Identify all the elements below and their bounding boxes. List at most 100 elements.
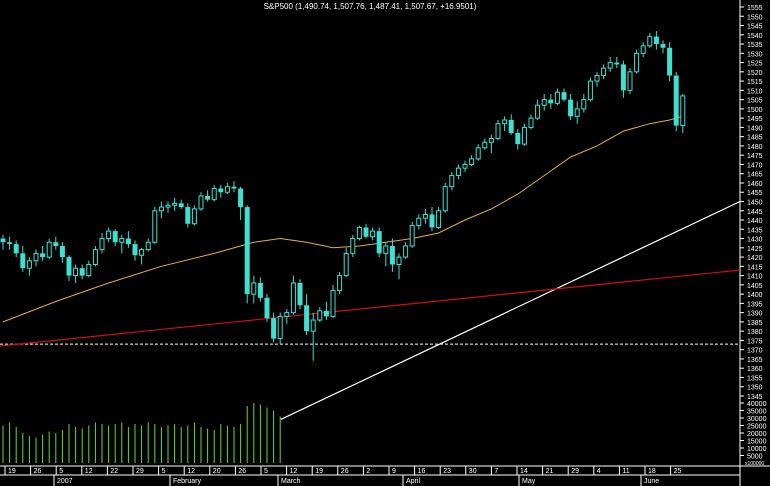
price-tick-label: 1530 [747,51,763,58]
price-tick-label: 1500 [747,107,763,114]
price-tick-label: 1395 [747,301,763,308]
day-label: 29 [571,468,579,475]
price-tick-label: 1475 [747,153,763,160]
candle-body [290,282,296,314]
candle-body [587,80,593,101]
candle-body [92,249,98,265]
candle-body [323,310,329,317]
candle-body [660,44,666,48]
day-label: 11 [622,468,629,475]
candle-body [436,210,442,228]
candle-body [356,226,362,240]
day-label: 22 [110,468,118,475]
candle-body [601,67,607,77]
month-label: June [644,478,659,485]
candle-body [515,132,521,145]
price-tick-label: 1385 [747,320,763,327]
price-tick-label: 1550 [747,14,763,21]
candle-body [482,141,488,149]
price-tick-label: 1520 [747,70,763,77]
candle-body [139,249,145,256]
candle-body [185,207,191,224]
day-label: 14 [520,468,528,475]
candle-body [488,138,494,143]
candle-body [211,188,217,201]
price-tick-label: 1410 [747,274,763,281]
candle-body [422,213,428,219]
candle-body [442,186,448,212]
candle-body [337,275,343,291]
candle-body [667,47,673,76]
candle-body [376,231,382,254]
price-tick-label: 1505 [747,98,763,105]
price-tick-label: 1420 [747,255,763,262]
candle-body [317,310,323,321]
candle-body [647,36,653,47]
candle-body [152,210,158,243]
day-label: 26 [238,468,246,475]
month-label: 2007 [57,478,73,485]
price-tick-label: 1350 [747,385,763,392]
candle-body [66,257,72,276]
candle-body [7,242,13,245]
candle-body [231,186,237,189]
candle-body [277,315,283,340]
candle-body [614,62,620,65]
candle-body [535,104,541,119]
candle-body [627,71,633,91]
candle-body [112,231,118,243]
candle-body [581,99,587,110]
day-label: 19 [315,468,323,475]
volume-tick-label: 5000 [747,454,763,461]
month-label: May [522,478,536,485]
candle-body [640,45,646,54]
candle-body [132,244,138,256]
stock-chart: 1555 1550 1545 1540 1535 1530 1525 1520 1515 1510… [0,0,770,486]
candle-body [462,163,468,169]
volume-tick-label: 30000 [747,416,767,423]
month-label: February [173,478,202,485]
price-tick-label: 1555 [747,5,763,12]
day-label: 12 [290,468,298,475]
candle-body [191,208,197,225]
candle-body [13,244,19,254]
candle-body [541,99,547,106]
price-tick-label: 1490 [747,125,763,132]
candle-body [244,207,250,295]
month-label: March [281,478,301,485]
price-tick-label: 1440 [747,218,763,225]
candle-body [257,283,263,298]
price-tick-label: 1480 [747,144,763,151]
candle-body [548,99,554,104]
day-label: 5 [162,468,166,475]
candle-body [508,119,514,133]
candle-body [304,305,310,332]
candle-body [224,186,230,193]
candle-body [53,242,59,246]
candle-body [33,252,39,262]
price-tick-label: 1360 [747,366,763,373]
price-tick-label: 1470 [747,162,763,169]
price-tick-label: 1400 [747,292,763,299]
candle-body [198,195,204,210]
day-label: 19 [8,468,16,475]
candle-body [119,238,125,243]
candle-body [389,245,395,265]
price-tick-label: 1495 [747,116,763,123]
candle-body [165,204,171,208]
price-tick-label: 1345 [747,394,763,401]
day-label: 2 [366,468,370,475]
day-label: 30 [469,468,477,475]
candle-body [502,119,508,125]
candle-body [495,123,501,140]
candle-body [475,147,481,160]
candle-body [568,99,574,117]
price-tick-label: 1540 [747,33,763,40]
day-label: 5 [264,468,268,475]
volume-unit-label: x100000 [745,461,764,467]
candle-body [363,227,369,237]
price-tick-label: 1545 [747,24,763,31]
candle-body [634,52,640,73]
day-label: 20 [213,468,221,475]
price-tick-label: 1380 [747,329,763,336]
